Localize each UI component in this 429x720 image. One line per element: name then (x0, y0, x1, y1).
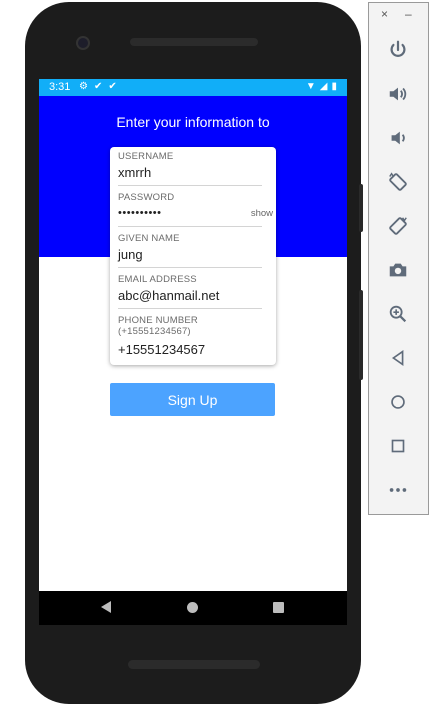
recent-apps-icon[interactable] (273, 602, 284, 613)
phone-number-field[interactable]: PHONE NUMBER (+15551234567) +15551234567 (118, 315, 228, 357)
given-name-field[interactable]: GIVEN NAME jung (118, 233, 262, 268)
power-key[interactable] (359, 184, 363, 232)
email-input[interactable]: abc@hanmail.net (118, 288, 262, 303)
username-field[interactable]: USERNAME xmrrh (118, 151, 262, 186)
zoom-icon[interactable] (385, 301, 411, 327)
bottom-speaker (128, 660, 260, 669)
wifi-icon: ▼ (305, 81, 316, 92)
system-icons: ▼ ◢ ▮ (306, 81, 337, 92)
status-bar: 3:31 ⚙ ✔ ✔ ▼ ◢ ▮ (39, 79, 347, 96)
password-field[interactable]: PASSWORD •••••••••• show (118, 192, 273, 227)
home-icon[interactable] (385, 389, 411, 415)
back-icon[interactable] (385, 345, 411, 371)
back-icon[interactable] (101, 601, 111, 613)
divider (118, 226, 262, 227)
password-input[interactable]: •••••••••• (118, 206, 262, 221)
emulator-window: 3:31 ⚙ ✔ ✔ ▼ ◢ ▮ Enter your information … (0, 0, 429, 720)
close-icon[interactable]: × (381, 7, 388, 21)
username-label: USERNAME (118, 151, 174, 162)
page-title: Enter your information to (116, 114, 270, 130)
navigation-bar (39, 591, 347, 625)
overview-icon[interactable] (385, 433, 411, 459)
email-field[interactable]: EMAIL ADDRESS abc@hanmail.net (118, 274, 262, 309)
notification-icons: ⚙ ✔ ✔ (79, 81, 117, 92)
check-icon: ✔ (93, 81, 103, 92)
phone-number-label: PHONE NUMBER (+15551234567) (118, 315, 198, 337)
volume-up-icon[interactable] (385, 81, 411, 107)
minimize-icon[interactable]: – (405, 7, 412, 21)
camera-icon[interactable] (385, 257, 411, 283)
password-label: PASSWORD (118, 192, 175, 203)
email-label: EMAIL ADDRESS (118, 274, 197, 285)
status-time: 3:31 (49, 81, 71, 93)
rotate-right-icon[interactable] (385, 213, 411, 239)
more-icon[interactable] (385, 477, 411, 503)
volume-down-icon[interactable] (385, 125, 411, 151)
sign-up-button[interactable]: Sign Up (110, 383, 275, 416)
signup-form-card: USERNAME xmrrh PASSWORD •••••••••• show … (110, 147, 276, 365)
toolbar-window-controls: × – (369, 7, 428, 23)
front-camera (76, 36, 90, 50)
given-name-input[interactable]: jung (118, 247, 262, 262)
given-name-label: GIVEN NAME (118, 233, 180, 244)
phone-screen: 3:31 ⚙ ✔ ✔ ▼ ◢ ▮ Enter your information … (39, 79, 347, 591)
divider (118, 185, 262, 186)
power-icon[interactable] (385, 37, 411, 63)
emulator-toolbar: × – (368, 2, 429, 515)
show-password-button[interactable]: show (251, 208, 273, 219)
home-icon[interactable] (187, 602, 198, 613)
volume-key[interactable] (359, 290, 363, 380)
gear-icon: ⚙ (79, 81, 88, 92)
battery-icon: ▮ (331, 81, 337, 92)
username-input[interactable]: xmrrh (118, 165, 262, 180)
divider (118, 308, 262, 309)
check-icon: ✔ (108, 81, 117, 92)
earpiece-speaker (130, 38, 258, 46)
signal-icon: ◢ (319, 81, 328, 92)
divider (118, 267, 262, 268)
phone-number-input[interactable]: +15551234567 (118, 342, 228, 357)
rotate-left-icon[interactable] (385, 169, 411, 195)
